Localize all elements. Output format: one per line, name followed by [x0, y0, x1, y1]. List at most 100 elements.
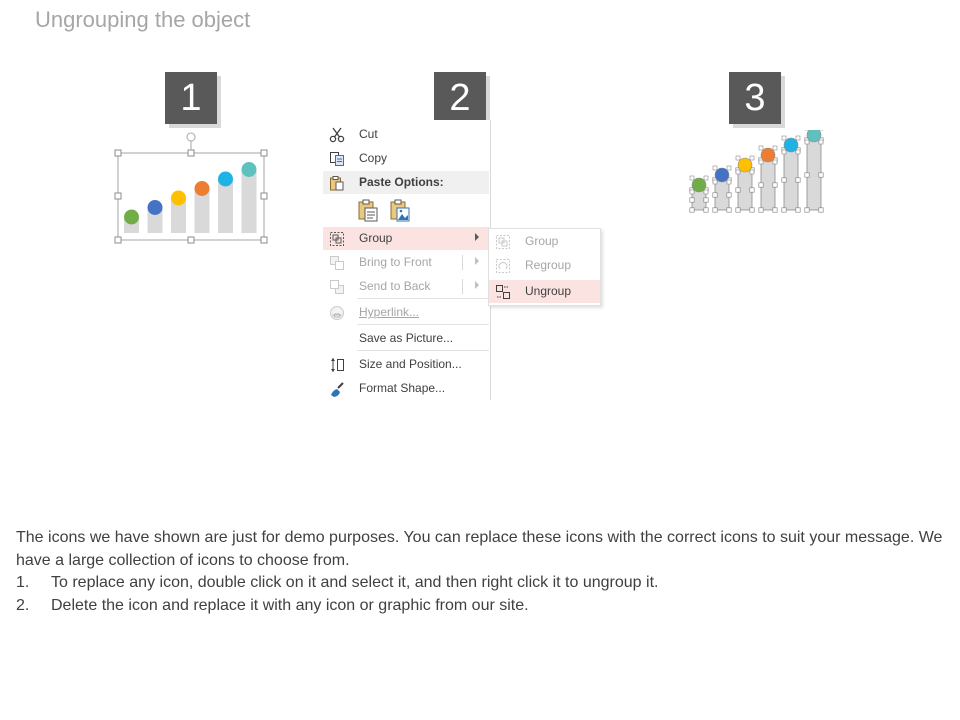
regroup-icon [494, 257, 512, 274]
resize-handle [804, 172, 810, 178]
resize-handle [818, 139, 824, 145]
menu-item-size-and-position[interactable]: Size and Position... [323, 353, 489, 376]
paste-keep-formatting-button[interactable] [357, 198, 379, 225]
resize-handle [758, 182, 764, 188]
group-icon [494, 233, 512, 250]
menu-label-hyperlink: Hyperlink... [359, 305, 420, 319]
send-to-back-icon [328, 278, 346, 295]
menu-item-copy[interactable]: Copy [323, 147, 489, 170]
split-divider [462, 255, 463, 270]
scissors-icon [328, 126, 346, 143]
resize-handle [735, 155, 741, 161]
menu-item-send-to-back[interactable]: Send to Back [323, 275, 489, 298]
resize-handle [260, 149, 268, 157]
group-icon [328, 230, 346, 247]
group-submenu: Group Regroup Ungroup [488, 228, 601, 306]
resize-handle [749, 169, 755, 175]
step-1-badge: 1 [165, 72, 217, 124]
resize-handle [795, 177, 801, 183]
resize-handle [114, 149, 122, 157]
resize-handle [749, 187, 755, 193]
ungrouped-bar-chart-graphic[interactable] [684, 130, 829, 220]
resize-handle [795, 149, 801, 155]
size-icon [328, 356, 346, 373]
menu-item-bring-to-front[interactable]: Bring to Front [323, 251, 489, 274]
resize-handle [758, 207, 764, 213]
resize-handle [735, 169, 741, 175]
submenu-item-group[interactable]: Group [489, 230, 600, 253]
submenu-item-regroup[interactable]: Regroup [489, 254, 600, 277]
resize-handle [795, 135, 801, 141]
resize-handle [804, 139, 810, 145]
resize-handle [703, 207, 709, 213]
resize-handle [260, 236, 268, 244]
clipboard-icon [328, 174, 346, 191]
list-text: To replace any icon, double click on it … [51, 574, 659, 591]
list-text: Delete the icon and replace it with any … [51, 596, 529, 614]
description-item-2: 2. Delete the icon and replace it with a… [16, 595, 946, 618]
menu-label-format-shape: Format Shape... [359, 381, 446, 395]
list-number: 2. [16, 596, 30, 614]
resize-handle [735, 187, 741, 193]
menu-separator [357, 298, 489, 299]
menu-label-bring-to-front: Bring to Front [359, 255, 432, 269]
resize-handle [689, 197, 695, 203]
bring-to-front-icon [328, 254, 346, 271]
menu-separator [357, 324, 489, 325]
resize-handle [749, 207, 755, 213]
resize-handle [781, 177, 787, 183]
submenu-label-ungroup: Ungroup [525, 284, 572, 298]
grouped-bar-chart-graphic[interactable] [110, 128, 275, 246]
menu-label-send-to-back: Send to Back [359, 279, 431, 293]
resize-handle [712, 179, 718, 185]
resize-handle [187, 149, 195, 157]
resize-handle [187, 236, 195, 244]
resize-handle [772, 159, 778, 165]
resize-handle [758, 145, 764, 151]
context-menu: Cut Copy Paste Options: Group Bring to F… [323, 120, 491, 400]
chart-bar [218, 181, 233, 233]
resize-handle [703, 175, 709, 181]
ungroup-icon [494, 283, 512, 300]
menu-item-save-as-picture[interactable]: Save as Picture... [323, 327, 489, 350]
resize-handle [726, 192, 732, 198]
resize-handle [781, 207, 787, 213]
chart-dot [171, 190, 186, 206]
resize-handle [726, 207, 732, 213]
menu-label-save-as-picture: Save as Picture... [359, 331, 454, 345]
resize-handle [781, 135, 787, 141]
menu-item-cut[interactable]: Cut [323, 123, 489, 146]
submenu-arrow-icon [475, 233, 479, 241]
chart-dot [218, 171, 233, 187]
resize-handle [758, 159, 764, 165]
menu-label-paste-options: Paste Options: [359, 175, 444, 189]
chart-dot [194, 181, 210, 196]
resize-handle [735, 207, 741, 213]
paste-as-picture-button[interactable] [389, 198, 411, 225]
chart-bar [241, 171, 257, 233]
menu-label-cut: Cut [359, 127, 378, 141]
step-2-badge: 2 [434, 72, 486, 124]
resize-handle [795, 207, 801, 213]
menu-item-format-shape[interactable]: Format Shape... [323, 377, 489, 400]
description-item-1: 1. To replace any icon, double click on … [16, 572, 946, 595]
resize-handle [726, 179, 732, 185]
menu-item-hyperlink[interactable]: Hyperlink... [323, 301, 489, 324]
copy-icon [328, 150, 346, 167]
menu-item-group[interactable]: Group [323, 227, 489, 250]
resize-handle [772, 145, 778, 151]
slide-title: Ungrouping the object [35, 7, 251, 32]
submenu-label-regroup: Regroup [525, 258, 572, 272]
menu-label-size-and-position: Size and Position... [359, 357, 462, 371]
list-number: 1. [16, 574, 30, 591]
resize-handle [689, 207, 695, 213]
resize-handle [703, 189, 709, 195]
resize-handle [712, 207, 718, 213]
description: The icons we have shown are just for dem… [16, 527, 946, 617]
resize-handle [114, 236, 122, 244]
step-3-badge: 3 [729, 72, 781, 124]
submenu-item-ungroup[interactable]: Ungroup [489, 280, 600, 303]
rotate-handle-icon [186, 132, 196, 142]
split-divider [462, 279, 463, 294]
resize-handle [781, 149, 787, 155]
